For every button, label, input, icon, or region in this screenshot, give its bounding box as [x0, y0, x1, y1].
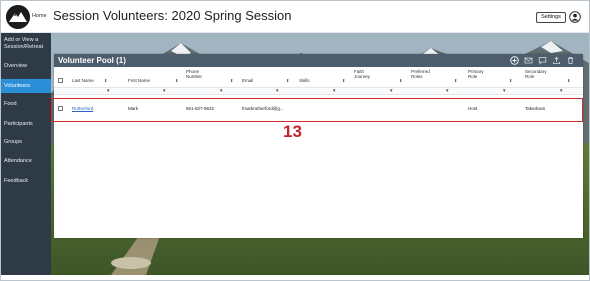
comment-icon[interactable]: [538, 56, 547, 65]
annotation-number: 13: [283, 122, 302, 141]
column-header-label: Role: [468, 74, 478, 79]
sidebar-item-label: Volunteers: [4, 83, 30, 89]
sort-icon[interactable]: ⬍: [104, 78, 107, 83]
column-header-first-name[interactable]: First Name: [128, 78, 150, 83]
filter-icon[interactable]: ▼: [106, 88, 110, 93]
sort-icon[interactable]: ⬍: [230, 78, 233, 83]
panel-title: Volunteer Pool (1): [58, 56, 126, 65]
sidebar-item-label: Add or View a: [4, 37, 39, 43]
filter-icon[interactable]: ▼: [559, 88, 563, 93]
column-header-primary-role[interactable]: Primary Role: [468, 69, 484, 79]
filter-icon[interactable]: ▼: [502, 88, 506, 93]
sidebar-item-volunteers[interactable]: Volunteers: [1, 79, 51, 93]
sidebar-item-label: Participants: [4, 121, 33, 127]
sort-icon[interactable]: ⬍: [286, 78, 289, 83]
sidebar-item-food[interactable]: Food: [1, 101, 51, 108]
sort-icon[interactable]: ⬍: [342, 78, 345, 83]
filter-icon[interactable]: ▼: [332, 88, 336, 93]
volunteer-pool-panel: Volunteer Pool (1) Last Name ⬍ First Nam…: [54, 54, 583, 238]
sidebar-item-groups[interactable]: Groups: [1, 139, 51, 146]
column-header-phone-number[interactable]: Phone Number: [186, 69, 202, 79]
settings-button[interactable]: Settings: [536, 12, 566, 23]
sort-icon[interactable]: ⬍: [509, 78, 512, 83]
column-header-faith-journey[interactable]: Faith Journey: [354, 69, 370, 79]
column-header-email[interactable]: Email: [242, 78, 253, 83]
column-header-label: Role: [525, 74, 535, 79]
column-header-label: Email: [242, 78, 254, 83]
sidebar-item-attendance[interactable]: Attendance: [1, 158, 51, 165]
sidebar-item-feedback[interactable]: Feedback: [1, 178, 51, 185]
sort-icon[interactable]: ⬍: [454, 78, 457, 83]
panel-header: Volunteer Pool (1): [54, 54, 583, 67]
column-header-label: Number: [186, 74, 203, 79]
column-header-label: Roles: [411, 74, 423, 79]
filter-icon[interactable]: ▼: [162, 88, 166, 93]
sort-icon[interactable]: ⬍: [175, 78, 178, 83]
sidebar-item-label: Attendance: [4, 158, 32, 164]
sidebar-item-add-session[interactable]: Add or View a Session/Retreat: [1, 37, 51, 51]
annotation-highlight-box: [51, 98, 583, 122]
email-icon[interactable]: [524, 56, 533, 65]
sidebar-item-label: Session/Retreat: [4, 44, 44, 50]
filter-icon[interactable]: ▼: [445, 88, 449, 93]
mountain-logo-icon[interactable]: [6, 5, 30, 29]
column-header-preferred-roles[interactable]: Preferred Roles: [411, 69, 430, 79]
sidebar-item-label: Food: [4, 101, 17, 107]
filter-icon[interactable]: ▼: [275, 88, 279, 93]
sidebar-item-label: Feedback: [4, 178, 29, 184]
filter-icon[interactable]: ▼: [219, 88, 223, 93]
column-header-label: Last Name: [72, 78, 94, 83]
column-header-skills[interactable]: Skills: [299, 78, 310, 83]
select-all-checkbox[interactable]: [58, 78, 63, 83]
sort-icon[interactable]: ⬍: [567, 78, 570, 83]
sidebar-item-overview[interactable]: Overview: [1, 63, 51, 70]
column-header-label: First Name: [128, 78, 151, 83]
column-header-label: Journey: [354, 74, 371, 79]
sidebar-item-participants[interactable]: Participants: [1, 121, 51, 128]
sort-icon[interactable]: ⬍: [399, 78, 402, 83]
filter-icon[interactable]: ▼: [389, 88, 393, 93]
sidebar-item-label: Groups: [4, 139, 23, 145]
column-header-secondary-role[interactable]: Secondary Role: [525, 69, 547, 79]
top-header: Home Session Volunteers: 2020 Spring Ses…: [1, 1, 589, 33]
sidebar-nav: Add or View a Session/Retreat Overview V…: [1, 33, 51, 275]
column-header-last-name[interactable]: Last Name: [72, 78, 94, 83]
add-circle-icon[interactable]: [510, 56, 519, 65]
column-header-label: Skills: [299, 78, 310, 83]
user-circle-icon[interactable]: [569, 11, 581, 23]
home-link[interactable]: Home: [32, 13, 47, 19]
page-title: Session Volunteers: 2020 Spring Session: [53, 8, 292, 23]
delete-icon[interactable]: [566, 56, 575, 65]
sidebar-item-label: Overview: [4, 63, 27, 69]
upload-icon[interactable]: [552, 56, 561, 65]
